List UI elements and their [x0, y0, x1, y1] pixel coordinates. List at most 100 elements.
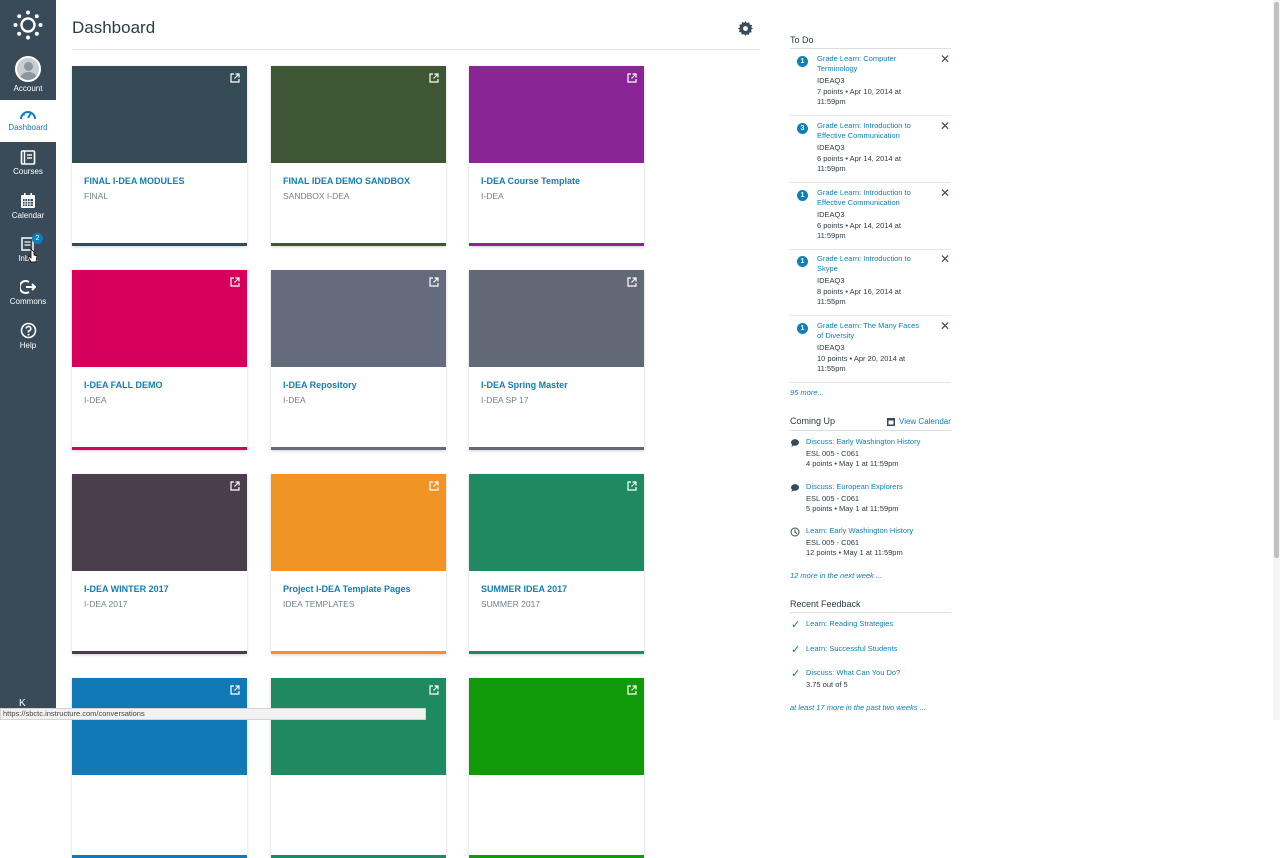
feedback-item-link[interactable]: Discuss: What Can You Do?: [806, 668, 900, 677]
course-card[interactable]: [469, 678, 644, 858]
coming-up-item-meta: 12 points • May 1 at 11:59pm: [806, 548, 903, 557]
open-course-icon[interactable]: [429, 277, 439, 287]
course-card-title[interactable]: FINAL I-DEA MODULES: [84, 176, 185, 186]
course-card-title[interactable]: I-DEA Repository: [283, 380, 357, 390]
course-card[interactable]: SUMMER IDEA 2017 SUMMER 2017: [469, 474, 644, 654]
feedback-item-link[interactable]: Learn: Reading Strategies: [806, 619, 893, 628]
open-course-icon[interactable]: [429, 481, 439, 491]
nav-dashboard[interactable]: Dashboard: [0, 100, 56, 142]
coming-up-item-course: ESL 005 - C061: [806, 538, 860, 547]
dashboard-options-gear-icon[interactable]: [738, 21, 753, 36]
coming-up-item-link[interactable]: Discuss: European Explorers: [806, 482, 903, 491]
course-card-title[interactable]: I-DEA Spring Master: [481, 380, 568, 390]
scrollbar-thumb[interactable]: [1274, 2, 1279, 558]
todo-item-link[interactable]: Grade Learn: The Many Faces of Diversity: [817, 321, 927, 341]
course-card-subtitle: I-DEA SP 17: [481, 395, 529, 405]
todo-count-badge: 1: [797, 190, 808, 201]
nav-commons[interactable]: Commons: [0, 279, 56, 311]
course-card[interactable]: I-DEA Spring Master I-DEA SP 17: [469, 270, 644, 450]
course-card-hero[interactable]: [271, 66, 446, 163]
dismiss-todo-button[interactable]: ✕: [940, 52, 950, 66]
coming-up-item-link[interactable]: Discuss: Early Washington History: [806, 437, 920, 446]
course-card-hero[interactable]: [469, 678, 644, 775]
course-card-hero[interactable]: [72, 66, 247, 163]
course-card[interactable]: [72, 678, 247, 858]
course-card[interactable]: I-DEA WINTER 2017 I-DEA 2017: [72, 474, 247, 654]
course-card-title[interactable]: Project I-DEA Template Pages: [283, 584, 411, 594]
todo-item: 1 Grade Learn: The Many Faces of Diversit…: [790, 316, 951, 383]
dismiss-todo-button[interactable]: ✕: [940, 186, 950, 200]
todo-item: 1 Grade Learn: Introduction to Skype IDEAQ…: [790, 249, 951, 316]
course-card-hero[interactable]: [469, 66, 644, 163]
checkmark-icon: ✓: [791, 644, 801, 656]
nav-account[interactable]: Account: [0, 56, 56, 94]
course-card-hero[interactable]: [72, 678, 247, 775]
course-card[interactable]: FINAL IDEA DEMO SANDBOX SANDBOX I-DEA: [271, 66, 446, 246]
todo-item-link[interactable]: Grade Learn: Introduction to Skype: [817, 254, 927, 274]
course-card[interactable]: Project I-DEA Template Pages IDEA TEMPLAT…: [271, 474, 446, 654]
page-title: Dashboard: [72, 18, 156, 37]
help-icon: [20, 322, 36, 339]
dismiss-todo-button[interactable]: ✕: [940, 252, 950, 266]
course-card-title[interactable]: I-DEA Course Template: [481, 176, 580, 186]
nav-help[interactable]: Help: [0, 322, 56, 354]
feedback-item-link[interactable]: Learn: Successful Students: [806, 644, 897, 653]
todo-item: 1 Grade Learn: Computer Terminology IDEAQ3…: [790, 49, 951, 116]
course-card-hero[interactable]: [72, 474, 247, 571]
course-card-title[interactable]: I-DEA WINTER 2017: [84, 584, 169, 594]
course-card-hero[interactable]: [271, 678, 446, 775]
checkmark-icon: ✓: [791, 668, 801, 680]
todo-more-link[interactable]: 95 more...: [790, 388, 824, 397]
recent-feedback-divider: [790, 612, 951, 613]
open-course-icon[interactable]: [627, 685, 637, 695]
dismiss-todo-button[interactable]: ✕: [940, 119, 950, 133]
course-card-hero[interactable]: [469, 270, 644, 367]
coming-up-more-link[interactable]: 12 more in the next week ...: [790, 571, 882, 580]
course-card[interactable]: I-DEA FALL DEMO I-DEA: [72, 270, 247, 450]
open-course-icon[interactable]: [230, 481, 240, 491]
nav-calendar[interactable]: Calendar: [0, 193, 56, 225]
open-course-icon[interactable]: [627, 481, 637, 491]
course-card-hero[interactable]: [271, 474, 446, 571]
course-card-title[interactable]: I-DEA FALL DEMO: [84, 380, 163, 390]
todo-item-link[interactable]: Grade Learn: Computer Terminology: [817, 54, 927, 74]
course-card-hero[interactable]: [271, 270, 446, 367]
course-card[interactable]: I-DEA Course Template I-DEA: [469, 66, 644, 246]
todo-item: 3 Grade Learn: Introduction to Effective …: [790, 116, 951, 183]
todo-heading: To Do: [790, 35, 814, 45]
dismiss-todo-button[interactable]: ✕: [940, 319, 950, 333]
mouse-pointer-icon: [27, 248, 38, 263]
nav-help-label: Help: [19, 341, 37, 350]
todo-item-link[interactable]: Grade Learn: Introduction to Effective C…: [817, 188, 927, 208]
open-course-icon[interactable]: [429, 73, 439, 83]
global-nav: Account Dashboard Courses Calendar 2 Inb…: [0, 0, 56, 720]
calendar-small-icon: [887, 418, 895, 426]
open-course-icon[interactable]: [627, 277, 637, 287]
todo-item-course: IDEAQ3: [817, 343, 845, 352]
open-course-icon[interactable]: [230, 277, 240, 287]
coming-up-item-link[interactable]: Learn: Early Washington History: [806, 526, 913, 535]
title-divider: [72, 49, 760, 50]
todo-item-link[interactable]: Grade Learn: Introduction to Effective C…: [817, 121, 927, 141]
course-card-hero[interactable]: [72, 270, 247, 367]
discussion-icon: [790, 484, 799, 492]
open-course-icon[interactable]: [429, 685, 439, 695]
course-card-title[interactable]: FINAL IDEA DEMO SANDBOX: [283, 176, 410, 186]
course-card[interactable]: [271, 678, 446, 858]
course-card-hero[interactable]: [469, 474, 644, 571]
recent-feedback-more-link[interactable]: at least 17 more in the past two weeks .…: [790, 703, 926, 712]
page-scrollbar[interactable]: [1273, 0, 1280, 720]
canvas-logo-icon[interactable]: [13, 10, 43, 40]
course-card[interactable]: FINAL I-DEA MODULES FINAL: [72, 66, 247, 246]
view-calendar-link[interactable]: View Calendar: [899, 417, 951, 426]
nav-courses[interactable]: Courses: [0, 150, 56, 182]
open-course-icon[interactable]: [627, 73, 637, 83]
open-course-icon[interactable]: [230, 73, 240, 83]
nav-dashboard-label: Dashboard: [8, 123, 48, 132]
todo-item-meta: 8 points • Apr 16, 2014 at 11:55pm: [817, 287, 901, 306]
course-card-title[interactable]: SUMMER IDEA 2017: [481, 584, 567, 594]
todo-item-course: IDEAQ3: [817, 276, 845, 285]
inbox-unread-badge: 2: [32, 233, 43, 244]
open-course-icon[interactable]: [230, 685, 240, 695]
course-card[interactable]: I-DEA Repository I-DEA: [271, 270, 446, 450]
